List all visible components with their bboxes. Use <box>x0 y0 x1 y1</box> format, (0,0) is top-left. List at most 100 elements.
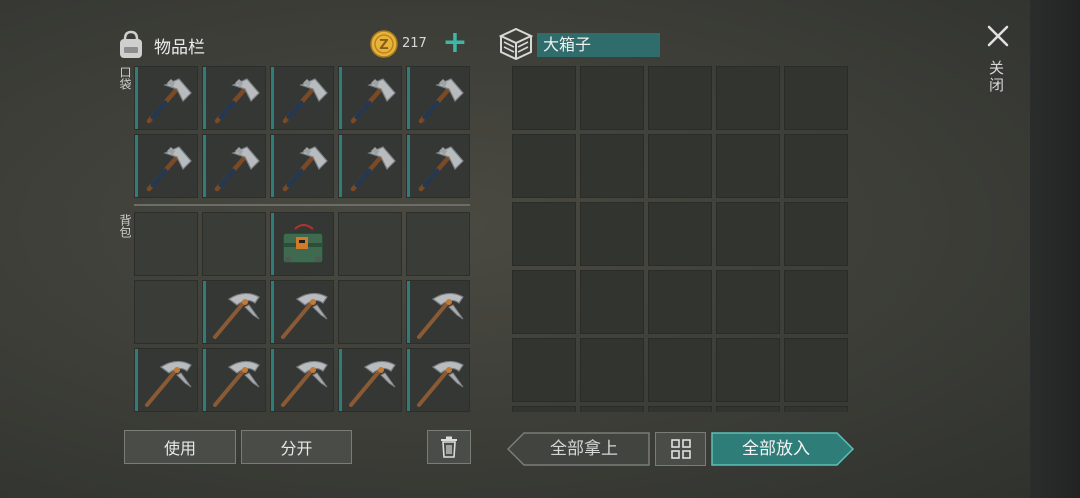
container-slot[interactable] <box>716 66 780 130</box>
backpack-grid <box>134 212 470 412</box>
container-name: 大箱子 <box>537 33 660 57</box>
section-divider <box>134 204 470 206</box>
use-button[interactable]: 使用 <box>124 430 236 464</box>
container-slot[interactable] <box>512 406 576 412</box>
pocket-slot[interactable] <box>202 66 266 130</box>
backpack-slot[interactable] <box>270 348 334 412</box>
container-slot[interactable] <box>580 134 644 198</box>
axe-icon <box>282 146 328 192</box>
toolbox-icon <box>282 224 324 264</box>
backpack-slot[interactable] <box>406 280 470 344</box>
trash-button[interactable] <box>427 430 471 464</box>
axe-icon <box>214 146 260 192</box>
container-slot[interactable] <box>580 66 644 130</box>
pocket-slot[interactable] <box>134 66 198 130</box>
backpack-slot[interactable] <box>134 212 198 276</box>
pocket-slot[interactable] <box>406 134 470 198</box>
container-slot[interactable] <box>648 134 712 198</box>
container-slot[interactable] <box>512 202 576 266</box>
take-all-label[interactable]: 全部拿上 <box>530 432 638 466</box>
container-slot[interactable] <box>784 406 848 412</box>
backpack-icon <box>120 30 142 58</box>
container-slot[interactable] <box>580 406 644 412</box>
pickaxe-icon <box>281 292 328 339</box>
container-slot[interactable] <box>784 202 848 266</box>
sort-button[interactable] <box>655 432 706 466</box>
container-slot[interactable] <box>784 134 848 198</box>
pickaxe-icon <box>417 360 464 407</box>
axe-icon <box>418 146 464 192</box>
axe-icon <box>146 146 192 192</box>
close-label[interactable]: 关闭 <box>986 60 1007 94</box>
plus-icon: + <box>442 25 468 60</box>
container-slot[interactable] <box>580 270 644 334</box>
add-coins-button[interactable]: + <box>442 28 468 58</box>
pocket-grid <box>134 66 470 198</box>
coin-count: 217 <box>402 36 427 51</box>
pickaxe-icon <box>213 360 260 407</box>
pocket-slot[interactable] <box>202 134 266 198</box>
box-stack-icon <box>498 27 534 60</box>
container-slot[interactable] <box>648 66 712 130</box>
split-button[interactable]: 分开 <box>241 430 352 464</box>
pocket-slot[interactable] <box>134 134 198 198</box>
container-slot[interactable] <box>512 66 576 130</box>
container-slot[interactable] <box>716 270 780 334</box>
container-slot[interactable] <box>716 134 780 198</box>
backpack-slot[interactable] <box>406 212 470 276</box>
container-slot[interactable] <box>512 134 576 198</box>
container-slot[interactable] <box>512 270 576 334</box>
pocket-slot[interactable] <box>338 134 402 198</box>
axe-icon <box>418 78 464 124</box>
pickaxe-icon <box>145 360 192 407</box>
backpack-slot[interactable] <box>134 280 198 344</box>
container-slot[interactable] <box>580 202 644 266</box>
pickaxe-icon <box>417 292 464 339</box>
backpack-slot[interactable] <box>338 348 402 412</box>
axe-icon <box>350 78 396 124</box>
pocket-slot[interactable] <box>270 134 334 198</box>
pocket-slot[interactable] <box>338 66 402 130</box>
inventory-header: 物品栏 <box>116 26 205 64</box>
container-slot[interactable] <box>784 66 848 130</box>
container-slot[interactable] <box>716 202 780 266</box>
inventory-title: 物品栏 <box>154 37 205 58</box>
backpack-slot[interactable] <box>270 280 334 344</box>
backpack-slot[interactable] <box>406 348 470 412</box>
close-icon[interactable] <box>984 22 1012 50</box>
pickaxe-icon <box>213 292 260 339</box>
trash-icon <box>441 436 457 458</box>
container-slot[interactable] <box>784 270 848 334</box>
backpack-slot[interactable] <box>270 212 334 276</box>
backpack-slot[interactable] <box>202 212 266 276</box>
backpack-slot[interactable] <box>338 280 402 344</box>
pocket-slot[interactable] <box>406 66 470 130</box>
container-slot[interactable] <box>648 270 712 334</box>
container-slot[interactable] <box>648 202 712 266</box>
coin-icon: Z <box>370 30 398 58</box>
backpack-slot[interactable] <box>202 280 266 344</box>
container-slot[interactable] <box>716 406 780 412</box>
side-shade <box>1030 0 1080 498</box>
put-all-label[interactable]: 全部放入 <box>716 432 836 466</box>
svg-text:Z: Z <box>379 38 388 53</box>
backpack-slot[interactable] <box>134 348 198 412</box>
container-slot[interactable] <box>648 338 712 402</box>
pickaxe-icon <box>349 360 396 407</box>
pickaxe-icon <box>281 360 328 407</box>
backpack-slot[interactable] <box>338 212 402 276</box>
container-grid <box>512 66 848 412</box>
axe-icon <box>350 146 396 192</box>
grid-icon <box>670 439 691 459</box>
pocket-slot[interactable] <box>270 66 334 130</box>
backpack-label: 背包 <box>118 214 132 238</box>
container-slot[interactable] <box>648 406 712 412</box>
pocket-label: 口袋 <box>118 66 132 90</box>
axe-icon <box>214 78 260 124</box>
container-slot[interactable] <box>784 338 848 402</box>
container-slot[interactable] <box>512 338 576 402</box>
container-slot[interactable] <box>716 338 780 402</box>
axe-icon <box>146 78 192 124</box>
backpack-slot[interactable] <box>202 348 266 412</box>
container-slot[interactable] <box>580 338 644 402</box>
